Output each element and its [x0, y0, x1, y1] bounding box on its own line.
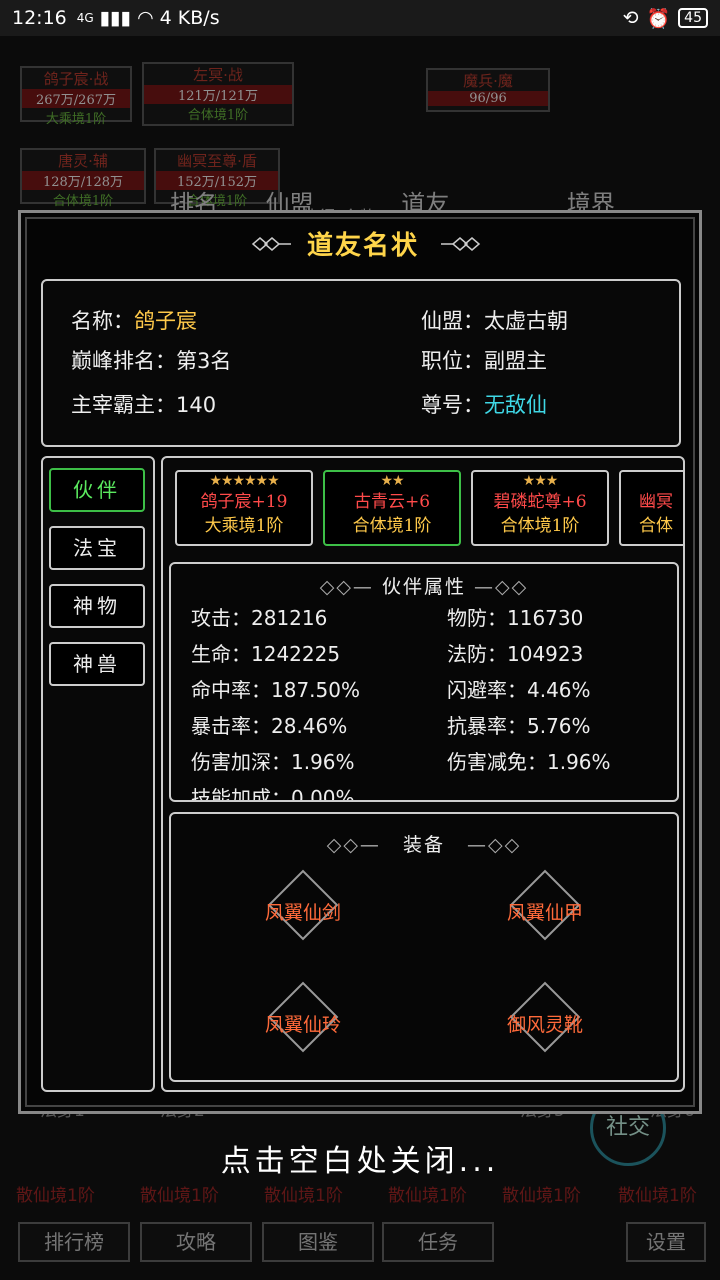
position-row: 职位：副盟主 — [421, 345, 547, 375]
attack-stat: 攻击：281216 — [191, 606, 328, 630]
close-hint[interactable]: 点击空白处关闭... — [0, 1136, 720, 1180]
status-bar: 12:16 4G ▮▮▮ ◠ 4 KB/s ⟲ ⏰ 45 — [0, 0, 720, 36]
guide-button[interactable]: 攻略 — [140, 1222, 252, 1262]
bg-soul-level: 散仙境1阶 — [388, 1186, 467, 1206]
damage-bonus-stat: 伤害加深：1.96% — [191, 750, 355, 774]
category-menu: 伙伴 法宝 神物 神兽 — [41, 456, 155, 1092]
ornament-right-icon: —◇◇ — [467, 834, 522, 856]
lock-rotation-icon: ⟲ — [622, 7, 639, 29]
star-rating-icon: ★★★★★★ — [209, 473, 279, 489]
partner-attributes-box[interactable]: ◇◇— 伙伴属性 —◇◇ 攻击：281216 物防：116730 生命：1242… — [169, 562, 679, 802]
peak-rank-row: 巅峰排名：第3名 — [71, 345, 231, 375]
physical-defense-stat: 物防：116730 — [447, 606, 584, 630]
partner-name: 幽冥 — [639, 492, 673, 512]
star-rating-icon — [621, 472, 683, 490]
bg-soul-level: 散仙境1阶 — [140, 1186, 219, 1206]
partner-card[interactable]: ★★★ 碧磷蛇尊+6 合体境1阶 — [471, 470, 609, 546]
wifi-icon: ◠ — [137, 7, 154, 29]
honor-value: 无敌仙 — [484, 393, 547, 417]
equipment-slot-boots[interactable]: 御风灵靴 — [475, 981, 625, 1060]
tab-treasures[interactable]: 法宝 — [49, 526, 145, 570]
dodge-rate-stat: 闪避率：4.46% — [447, 678, 591, 702]
rank-label: 巅峰排名： — [71, 349, 176, 373]
equipment-name: 凤翼仙甲 — [506, 902, 583, 924]
ornament-left-icon: ◇◇— — [326, 834, 381, 856]
partner-level: 合体境1阶 — [352, 516, 432, 536]
hit-rate-stat: 命中率：187.50% — [191, 678, 360, 702]
crit-resist-stat: 抗暴率：5.76% — [447, 714, 591, 738]
position-value: 副盟主 — [484, 349, 547, 373]
damage-reduction-stat: 伤害减免：1.96% — [447, 750, 611, 774]
partner-level: 合体境1阶 — [500, 516, 580, 536]
partner-detail-panel: ★★★★★★ 鸽子宸+19 大乘境1阶 ★★ 古青云+6 合体境1阶 ★★★ 碧… — [161, 456, 685, 1092]
position-label: 职位： — [421, 349, 484, 373]
guild-row: 仙盟：太虚古朝 — [421, 305, 568, 335]
partner-card[interactable]: 幽冥 合体 — [619, 470, 683, 546]
equipment-title: ◇◇— 装备 —◇◇ — [326, 834, 522, 856]
star-rating-icon: ★★ — [380, 473, 404, 489]
rank-value: 第3名 — [176, 349, 232, 373]
partner-level: 合体 — [639, 516, 673, 536]
bg-soul-level: 散仙境1阶 — [16, 1186, 95, 1206]
player-name: 鸽子宸 — [134, 309, 197, 333]
battery-icon: 45 — [678, 8, 708, 28]
bg-soul-level: 散仙境1阶 — [502, 1186, 581, 1206]
honor-label: 尊号： — [421, 393, 484, 417]
net-speed: 4 KB/s — [159, 7, 220, 29]
magic-defense-stat: 法防：104923 — [447, 642, 584, 666]
crit-rate-stat: 暴击率：28.46% — [191, 714, 348, 738]
tab-artifacts[interactable]: 神物 — [49, 584, 145, 628]
player-profile-dialog: 道友名状 名称：鸽子宸 巅峰排名：第3名 主宰霸主：140 仙盟：太虚古朝 职位… — [18, 210, 702, 1114]
player-name-row: 名称：鸽子宸 — [71, 305, 197, 335]
equipment-name: 御风灵靴 — [506, 1014, 583, 1036]
leaderboard-button[interactable]: 排行榜 — [18, 1222, 130, 1262]
signal-icon: ▮▮▮ — [99, 7, 132, 29]
equipment-slot-accessory[interactable]: 凤翼仙玲 — [233, 981, 383, 1060]
partner-list[interactable]: ★★★★★★ 鸽子宸+19 大乘境1阶 ★★ 古青云+6 合体境1阶 ★★★ 碧… — [173, 470, 683, 548]
honor-row: 尊号：无敌仙 — [421, 389, 547, 419]
partner-card[interactable]: ★★ 古青云+6 合体境1阶 — [323, 470, 461, 546]
codex-button[interactable]: 图鉴 — [262, 1222, 374, 1262]
lord-value: 140 — [176, 393, 217, 417]
equipment-box: ◇◇— 装备 —◇◇ 凤翼仙剑 凤翼仙甲 凤翼仙玲 御风灵靴 — [169, 812, 679, 1082]
network-label: 4G — [76, 11, 94, 25]
name-label: 名称： — [71, 309, 134, 333]
ornament-left-icon: ◇◇— — [319, 576, 374, 598]
partner-name: 碧磷蛇尊+6 — [493, 492, 587, 512]
equipment-name: 凤翼仙玲 — [264, 1014, 341, 1036]
lord-row: 主宰霸主：140 — [71, 389, 216, 419]
hp-stat: 生命：1242225 — [191, 642, 341, 666]
partner-level: 大乘境1阶 — [204, 516, 284, 536]
quest-button[interactable]: 任务 — [382, 1222, 494, 1262]
bg-unit-card[interactable]: 唐灵·辅 128万/128万 合体境1阶 — [20, 148, 146, 209]
player-info-panel: 名称：鸽子宸 巅峰排名：第3名 主宰霸主：140 仙盟：太虚古朝 职位：副盟主 … — [41, 279, 681, 447]
ornament-right-icon: —◇◇ — [474, 576, 529, 598]
alarm-icon: ⏰ — [646, 7, 671, 30]
settings-button[interactable]: 设置 — [626, 1222, 706, 1262]
partner-name: 古青云+6 — [353, 492, 431, 512]
partner-card[interactable]: ★★★★★★ 鸽子宸+19 大乘境1阶 — [175, 470, 313, 546]
bg-soul-level: 散仙境1阶 — [264, 1186, 343, 1206]
clock: 12:16 — [12, 7, 67, 29]
equipment-slot-weapon[interactable]: 凤翼仙剑 — [233, 869, 383, 948]
tab-partners[interactable]: 伙伴 — [49, 468, 145, 512]
guild-value: 太虚古朝 — [484, 309, 568, 333]
tab-beasts[interactable]: 神兽 — [49, 642, 145, 686]
bg-unit-card[interactable]: 左冥·战 121万/121万 合体境1阶 — [142, 62, 294, 126]
lord-label: 主宰霸主： — [71, 393, 176, 417]
equipment-slot-armor[interactable]: 凤翼仙甲 — [475, 869, 625, 948]
dialog-title: 道友名状 — [306, 231, 419, 261]
bg-unit-card[interactable]: 鸽子宸·战 267万/267万 大乘境1阶 — [20, 66, 132, 127]
skill-bonus-stat: 技能加成：0.00% — [191, 786, 355, 802]
star-rating-icon: ★★★ — [522, 473, 559, 489]
equipment-name: 凤翼仙剑 — [264, 902, 341, 924]
bg-unit-card[interactable]: 魔兵·魔 96/96 — [426, 68, 550, 112]
attributes-title: ◇◇— 伙伴属性 —◇◇ — [319, 576, 529, 598]
title-ornament-right-icon — [441, 237, 481, 251]
bg-soul-level: 散仙境1阶 — [618, 1186, 697, 1206]
guild-label: 仙盟： — [421, 309, 484, 333]
partner-name: 鸽子宸+19 — [200, 492, 288, 512]
